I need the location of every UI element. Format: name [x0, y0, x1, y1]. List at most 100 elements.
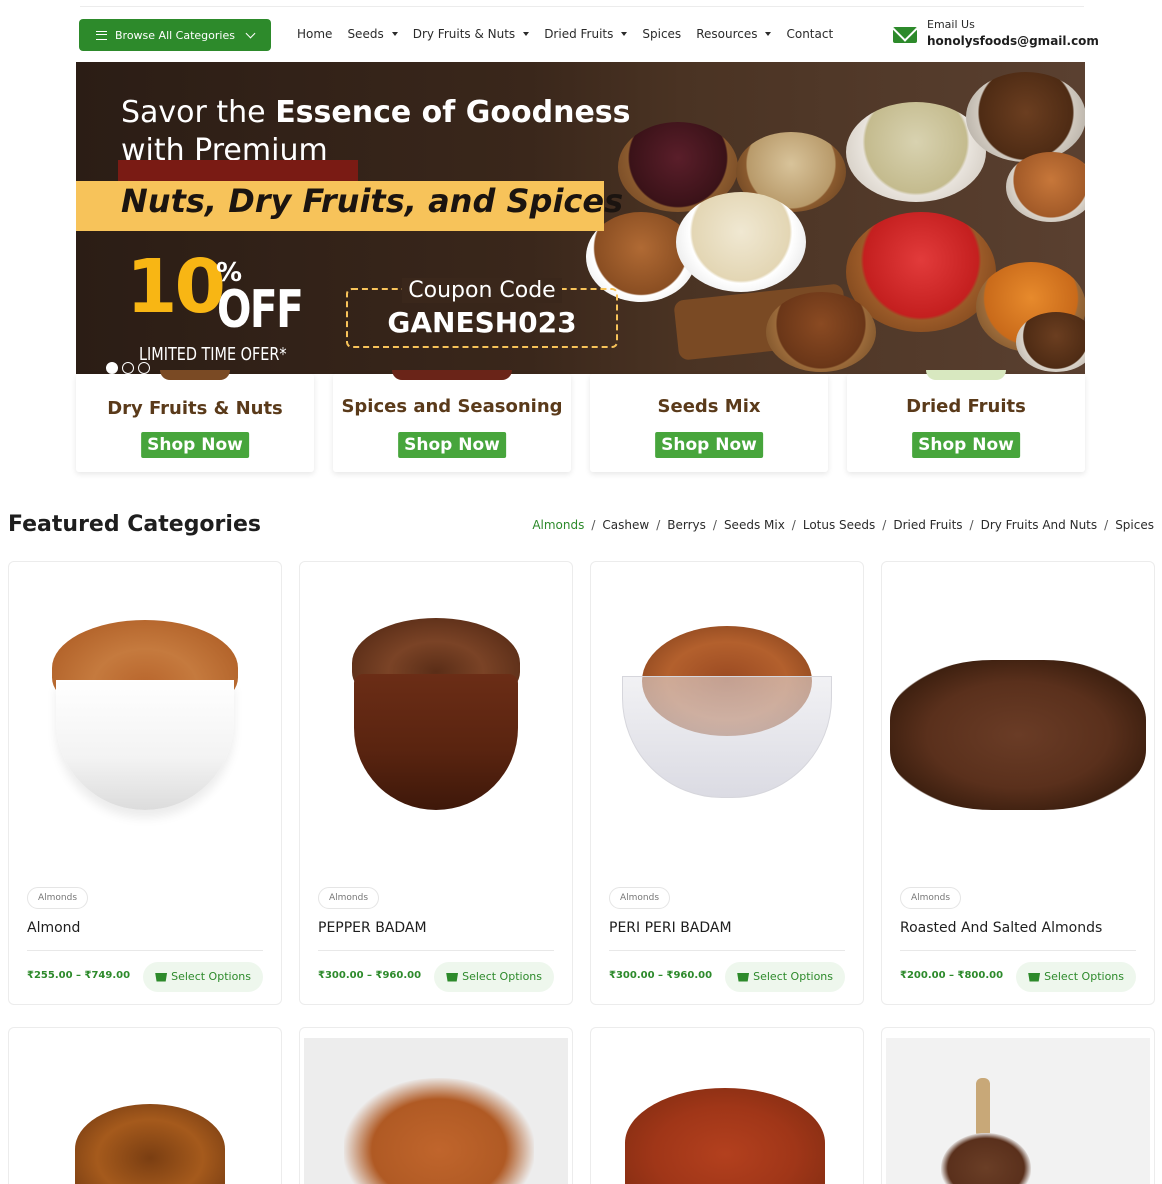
wooden-scoop-image: [976, 1078, 990, 1138]
tab-dry-fruits-and-nuts[interactable]: Dry Fruits And Nuts: [981, 518, 1098, 532]
tab-spices[interactable]: Spices: [1115, 518, 1154, 532]
slider-dot-2[interactable]: [122, 362, 134, 374]
product-name[interactable]: PERI PERI BADAM: [609, 920, 732, 936]
hero-bowl-hazelnuts: [966, 72, 1085, 162]
category-card-dried-fruits[interactable]: Dried Fruits Shop Now: [847, 370, 1085, 472]
tab-almonds[interactable]: Almonds: [532, 518, 584, 532]
shop-now-button[interactable]: Shop Now: [141, 432, 249, 458]
category-card-dry-fruits-nuts[interactable]: Dry Fruits & Nuts Shop Now: [76, 370, 314, 472]
product-price: ₹255.00 – ₹749.00: [27, 970, 131, 981]
category-chip[interactable]: Almonds: [900, 887, 962, 909]
card-divider: [27, 950, 263, 951]
shop-now-button[interactable]: Shop Now: [655, 432, 763, 458]
category-name: Dried Fruits: [906, 396, 1026, 417]
tab-lotus-seeds[interactable]: Lotus Seeds: [803, 518, 875, 532]
product-card-almond[interactable]: Almonds Almond ₹255.00 – ₹749.00 Select …: [8, 561, 282, 1005]
shop-now-button[interactable]: Shop Now: [398, 432, 506, 458]
shop-now-button[interactable]: Shop Now: [912, 432, 1020, 458]
category-name: Dry Fruits & Nuts: [107, 398, 283, 419]
category-name: Spices and Seasoning: [341, 396, 563, 417]
mail-icon: [893, 27, 917, 43]
category-card-seeds-mix[interactable]: Seeds Mix Shop Now: [590, 374, 828, 472]
nav-label: Dry Fruits & Nuts: [412, 27, 516, 41]
product-card-row2-3[interactable]: [590, 1027, 864, 1184]
caret-down-icon: [523, 32, 530, 36]
hero-banner[interactable]: Savor the Essence of Goodness with Premi…: [76, 62, 1085, 374]
tab-separator: /: [791, 518, 796, 532]
product-card-roasted-salted-almonds[interactable]: Almonds Roasted And Salted Almonds ₹200.…: [881, 561, 1155, 1005]
cart-icon: [737, 972, 750, 982]
product-image[interactable]: [304, 1038, 568, 1184]
select-options-button[interactable]: Select Options: [143, 962, 263, 992]
category-image: [160, 370, 230, 380]
product-card-row2-1[interactable]: [8, 1027, 282, 1184]
category-chip[interactable]: Almonds: [609, 887, 671, 909]
product-name[interactable]: PEPPER BADAM: [318, 920, 427, 936]
product-card-pepper-badam[interactable]: Almonds PEPPER BADAM ₹300.00 – ₹960.00 S…: [299, 561, 573, 1005]
coupon-label: Coupon Code: [402, 278, 562, 303]
category-image: [392, 370, 512, 380]
product-name[interactable]: Roasted And Salted Almonds: [900, 920, 1102, 936]
nav-item-resources[interactable]: Resources: [696, 27, 772, 41]
card-divider: [318, 950, 554, 951]
cart-icon: [446, 972, 459, 982]
nav-label: Seeds: [347, 27, 384, 41]
hero-line1-bold: Essence of Goodness: [275, 95, 631, 130]
slider-dot-1[interactable]: [106, 362, 118, 374]
slider-dot-3[interactable]: [138, 362, 150, 374]
roasted-almonds-image: [890, 660, 1146, 810]
card-divider: [609, 950, 845, 951]
tab-cashew[interactable]: Cashew: [602, 518, 649, 532]
product-image[interactable]: [591, 562, 863, 882]
category-chip[interactable]: Almonds: [318, 887, 380, 909]
product-price: ₹200.00 – ₹800.00: [900, 970, 1004, 981]
slider-dots: [106, 362, 150, 374]
featured-title: Featured Categories: [8, 512, 261, 537]
select-options-button[interactable]: Select Options: [725, 962, 845, 992]
hero-bowl-macadamia: [1016, 312, 1085, 372]
discount-number: 10: [126, 244, 226, 330]
hero-bowl-cashews: [676, 192, 806, 292]
discount-off: OFF: [217, 280, 304, 340]
select-options-button[interactable]: Select Options: [1016, 962, 1136, 992]
product-image[interactable]: [882, 562, 1154, 882]
nav-item-dried-fruits[interactable]: Dried Fruits: [544, 27, 628, 41]
nav-item-seeds[interactable]: Seeds: [347, 27, 398, 41]
nav-item-dry-fruits-nuts[interactable]: Dry Fruits & Nuts: [412, 27, 530, 41]
chevron-down-icon: [245, 28, 256, 38]
product-image[interactable]: [595, 1038, 859, 1184]
nav-item-spices[interactable]: Spices: [642, 27, 681, 41]
product-card-row2-2[interactable]: [299, 1027, 573, 1184]
product-name[interactable]: Almond: [27, 920, 80, 936]
nav-label: Home: [297, 27, 333, 41]
tab-berrys[interactable]: Berrys: [667, 518, 706, 532]
product-dish: [56, 680, 234, 810]
category-card-spices[interactable]: Spices and Seasoning Shop Now: [333, 370, 571, 472]
limited-time-text: LIMITED TIME OFER*: [139, 344, 287, 365]
spiced-almond-image: [344, 1078, 534, 1184]
tab-separator: /: [969, 518, 974, 532]
product-image[interactable]: [886, 1038, 1150, 1184]
nav-item-contact[interactable]: Contact: [786, 27, 833, 41]
tab-separator: /: [591, 518, 596, 532]
tab-dried-fruits[interactable]: Dried Fruits: [893, 518, 962, 532]
select-options-button[interactable]: Select Options: [434, 962, 554, 992]
product-image[interactable]: [13, 1038, 277, 1184]
hero-bowl-almonds: [1006, 152, 1085, 222]
browse-categories-label: Browse All Categories: [115, 28, 235, 42]
coupon-box: Coupon Code GANESH023: [346, 278, 618, 348]
nav-item-home[interactable]: Home: [297, 27, 332, 41]
category-image: [926, 370, 1006, 380]
featured-filter-tabs: Almonds / Cashew / Berrys / Seeds Mix / Lotu…: [532, 518, 1154, 532]
product-dish: [622, 676, 832, 798]
category-chip[interactable]: Almonds: [27, 887, 89, 909]
nav-label: Dried Fruits: [544, 27, 614, 41]
product-image[interactable]: [300, 562, 572, 882]
product-image[interactable]: [9, 562, 281, 882]
tab-seeds-mix[interactable]: Seeds Mix: [724, 518, 785, 532]
honey-almond-image: [75, 1104, 225, 1184]
product-card-peri-peri-badam[interactable]: Almonds PERI PERI BADAM ₹300.00 – ₹960.0…: [590, 561, 864, 1005]
browse-categories-button[interactable]: Browse All Categories: [79, 19, 271, 51]
email-link[interactable]: honolysfoods@gmail.com: [927, 34, 1099, 48]
product-card-row2-4[interactable]: [881, 1027, 1155, 1184]
